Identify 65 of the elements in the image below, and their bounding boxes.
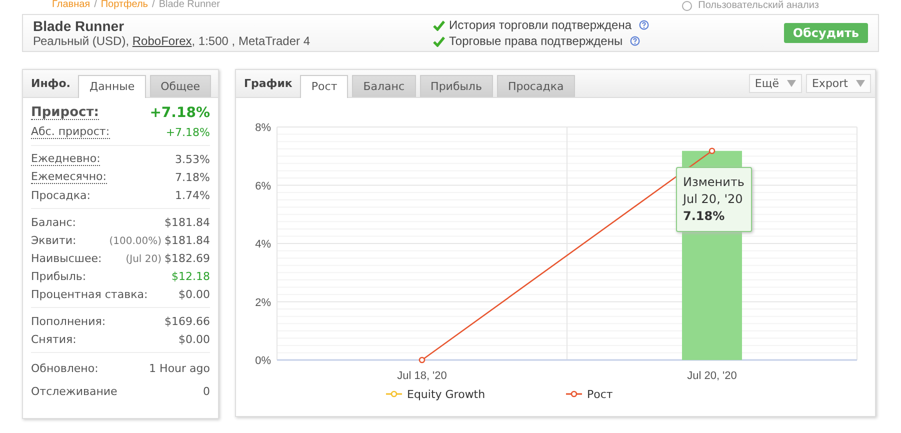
axis-label: 4%: [255, 238, 271, 250]
stat-label: Ежемесячно:: [31, 170, 106, 184]
stat-value: $182.69: [164, 252, 210, 264]
axis-label: 6%: [255, 180, 271, 192]
stat-value: $0.00: [178, 288, 210, 300]
tooltip-date: Jul 20, '20: [683, 191, 744, 208]
broker-link[interactable]: RoboForex: [132, 34, 192, 48]
tooltip-value: 7.18%: [683, 208, 726, 225]
stat-label: Прирост:: [31, 106, 99, 120]
stat-label: Снятия:: [31, 332, 76, 346]
stat-value: 0: [203, 385, 210, 398]
panel-title: График: [243, 77, 294, 90]
stat-value: $169.66: [164, 314, 210, 328]
tooltip-title: Изменить: [683, 174, 744, 191]
stat-value: 3.53%: [175, 152, 210, 166]
stat-label: Прибыль:: [31, 270, 86, 282]
axis-label: 2%: [255, 296, 271, 309]
radio-button[interactable]: [682, 1, 692, 11]
stat-label: Эквити:: [31, 234, 76, 246]
caret-icon: [856, 80, 865, 87]
tab[interactable]: Рост: [300, 75, 348, 98]
account-details: Реальный (USD), RoboForex, 1:500 , MetaTrader 4: [33, 34, 312, 48]
account-title: Blade Runner: [33, 18, 126, 34]
tab[interactable]: Баланс: [352, 75, 416, 97]
dropdown-button[interactable]: Ещё: [748, 74, 802, 93]
verification-label: Торговые права подтверждены: [449, 34, 623, 48]
help-icon[interactable]: [630, 36, 640, 46]
tab[interactable]: Просадка: [496, 75, 575, 97]
stat-label: Ежедневно:: [31, 152, 100, 166]
stat-note: (Jul 20): [126, 254, 162, 264]
stat-label: Просадка:: [31, 188, 90, 202]
verification-label: История торговли подтверждена: [449, 18, 632, 32]
axis-label: Jul 18, '20: [397, 370, 447, 382]
dropdown-button[interactable]: Export: [806, 74, 871, 93]
stat-label: Баланс:: [31, 216, 76, 228]
tab[interactable]: Прибыль: [420, 75, 493, 97]
stat-value: 1.74%: [175, 188, 210, 202]
tab[interactable]: Общее: [150, 75, 211, 97]
tab[interactable]: Данные: [78, 75, 146, 98]
legend-label: Equity Growth: [407, 388, 486, 401]
stat-note: (100.00%): [109, 236, 162, 246]
help-icon[interactable]: [638, 20, 649, 30]
panel-title: Инфо.: [30, 77, 72, 90]
breadcrumb-separator: /: [94, 0, 97, 10]
stat-value: $181.84: [164, 234, 210, 246]
axis-label: Jul 20, '20: [687, 370, 737, 382]
breadcrumb-separator: /: [152, 0, 155, 10]
stat-label: Абс. прирост:: [31, 125, 110, 139]
radio-label[interactable]: Пользовательский анализ: [698, 1, 819, 11]
legend-label: Рост: [587, 388, 613, 401]
stat-value: $0.00: [178, 332, 210, 346]
stat-value: $12.18: [172, 270, 210, 282]
stat-label: Обновлено:: [31, 362, 98, 375]
stat-value: $181.84: [164, 216, 210, 228]
axis-label: 0%: [255, 355, 271, 367]
stat-label: Наивысшее:: [31, 252, 102, 264]
stat-value: +7.18%: [166, 126, 210, 138]
axis-label: 8%: [255, 122, 271, 134]
stat-value: 1 Hour ago: [149, 362, 210, 375]
stat-label: Пополнения:: [31, 314, 106, 328]
caret-icon: [786, 80, 796, 87]
stat-label: Отслеживание: [31, 385, 118, 398]
stat-value: +7.18%: [150, 104, 210, 120]
stat-value: 7.18%: [175, 170, 210, 184]
stat-label: Процентная ставка:: [31, 288, 148, 300]
